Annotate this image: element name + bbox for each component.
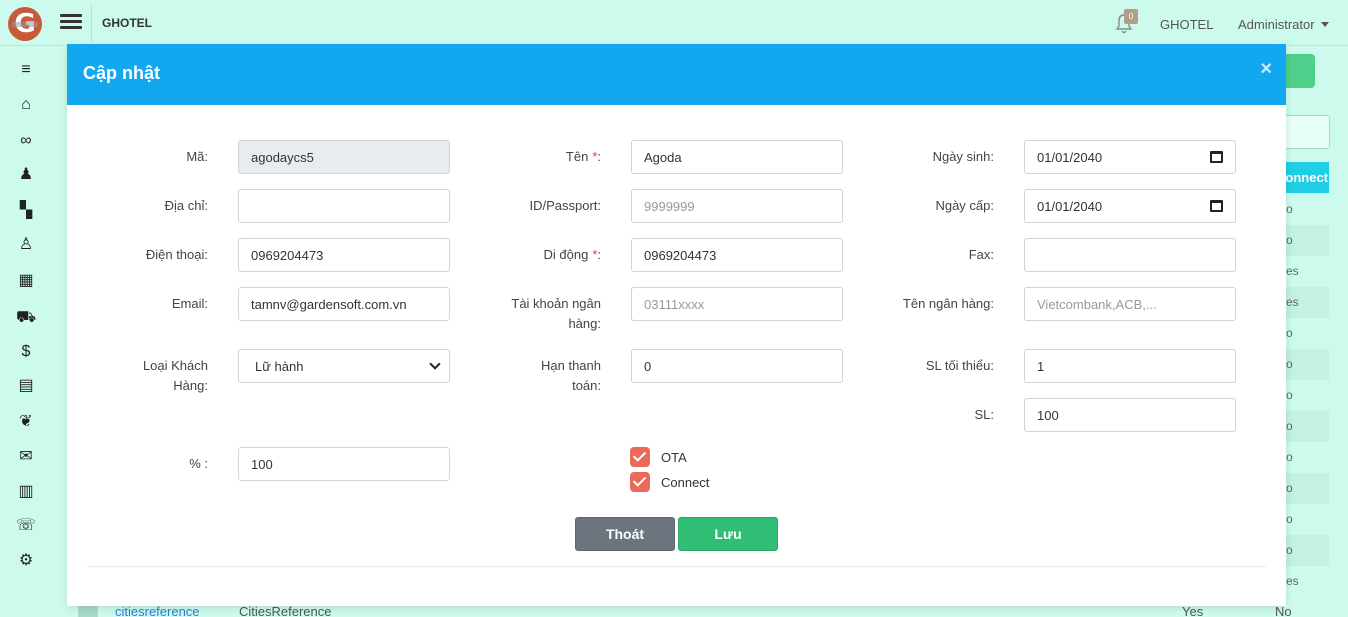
close-icon[interactable]: × (1260, 58, 1272, 81)
background-cell: es (1286, 574, 1299, 588)
loai-khach-hang-select[interactable]: Lữ hành (238, 349, 450, 383)
label-loai-khach-hang: Loại Khách Hàng: (142, 358, 208, 393)
label-ten-ngan-hang: Tên ngân hàng: (902, 296, 994, 311)
dien-thoai-input[interactable] (238, 238, 450, 272)
sidebar-chart-icon[interactable]: ▥ (16, 482, 36, 502)
ghotel-logo[interactable]: G (8, 7, 42, 41)
label-dien-thoai: Điện thoại: (145, 247, 208, 262)
background-cell: es (1286, 264, 1299, 278)
caret-down-icon (1320, 22, 1329, 27)
sidebar-envelope-icon[interactable]: ✉ (16, 447, 36, 467)
user-dropdown[interactable]: Administrator (1238, 17, 1329, 32)
sl-input[interactable] (1024, 398, 1236, 432)
calendar-icon[interactable] (1210, 151, 1223, 163)
hotel-name[interactable]: GHOTEL (1160, 17, 1213, 32)
connect-checkbox[interactable] (630, 472, 650, 492)
label-di-dong: Di động *: (543, 247, 602, 262)
chevron-down-icon (429, 358, 441, 370)
loai-khach-hang-value: Lữ hành (255, 358, 304, 374)
sidebar-leaf-icon[interactable]: ❦ (16, 412, 36, 432)
sidebar-menu-icon[interactable]: ≡ (16, 60, 36, 80)
label-ngay-cap: Ngày cấp: (935, 198, 994, 213)
background-cell: o (1286, 388, 1293, 402)
background-cell: o (1286, 349, 1329, 380)
label-ten: Tên *: (565, 149, 601, 164)
ngay-sinh-date-input[interactable]: 01/01/2040 (1024, 140, 1236, 174)
label-ma: Mã: (186, 149, 208, 164)
sidebar-handshake-icon[interactable]: ∞ (16, 131, 36, 151)
update-modal: Cập nhật × Mã: Địa chỉ: Điện thoại: Emai… (67, 44, 1286, 606)
ten-ngan-hang-input[interactable] (1024, 287, 1236, 321)
background-cell: o (1286, 326, 1293, 340)
background-cell: o (1286, 202, 1293, 216)
label-fax: Fax: (968, 247, 994, 262)
modal-header: Cập nhật × (67, 44, 1286, 105)
background-cell: o (1286, 225, 1329, 256)
background-cell: o (1286, 473, 1329, 504)
ngay-cap-date-input[interactable]: 01/01/2040 (1024, 189, 1236, 223)
background-cell: o (1286, 512, 1293, 526)
di-dong-input[interactable] (631, 238, 843, 272)
label-passport: ID/Passport: (529, 198, 601, 213)
save-button[interactable]: Lưu (678, 517, 778, 551)
top-bar: G GHOTEL 0 GHOTEL Administrator (0, 0, 1348, 46)
sidebar-table-icon[interactable]: ▤ (16, 376, 36, 396)
ngay-sinh-value: 01/01/2040 (1037, 149, 1103, 165)
ten-input[interactable] (631, 140, 843, 174)
tai-khoan-input[interactable] (631, 287, 843, 321)
label-email: Email: (171, 296, 208, 311)
background-cell: es (1286, 287, 1329, 318)
background-search-input (1280, 115, 1330, 149)
connect-label: Connect (661, 475, 710, 490)
sidebar-dollar-icon[interactable]: $ (16, 342, 36, 362)
sidebar-comments-icon[interactable]: ☏ (16, 516, 36, 536)
calendar-icon[interactable] (1210, 200, 1223, 212)
sidebar-building-icon[interactable]: ▚ (16, 201, 36, 221)
label-dia-chi: Địa chỉ: (164, 198, 208, 213)
hamburger-menu-icon[interactable] (60, 11, 82, 33)
exit-button[interactable]: Thoát (575, 517, 675, 551)
label-han-thanh-toan: Hạn thanh toán: (541, 358, 601, 393)
brand-title: GHOTEL (102, 16, 152, 30)
sidebar-settings-icon[interactable]: ⚙ (16, 551, 36, 571)
background-cell: o (1286, 450, 1293, 464)
background-cell: o (1286, 535, 1329, 566)
sidebar-reception-icon[interactable]: ♟ (16, 165, 36, 185)
email-input[interactable] (238, 287, 450, 321)
modal-title: Cập nhật (83, 63, 161, 83)
fax-input[interactable] (1024, 238, 1236, 272)
passport-input[interactable] (631, 189, 843, 223)
dia-chi-input[interactable] (238, 189, 450, 223)
logo-letter: G (14, 9, 36, 39)
ma-input[interactable] (238, 140, 450, 174)
sidebar-home-icon[interactable]: ⌂ (16, 95, 36, 115)
sidebar-users-icon[interactable]: ♙ (16, 235, 36, 255)
percent-input[interactable] (238, 447, 450, 481)
label-percent: % : (189, 456, 208, 471)
label-sl-toi-thieu: SL tối thiểu: (925, 358, 994, 373)
sidebar-cart-icon[interactable]: ⛟ (16, 308, 36, 328)
han-thanh-toan-input[interactable] (631, 349, 843, 383)
notification-badge: 0 (1124, 9, 1138, 24)
user-name: Administrator (1238, 17, 1315, 32)
modal-footer-divider (87, 566, 1266, 567)
ngay-cap-value: 01/01/2040 (1037, 198, 1103, 214)
label-sl: SL: (974, 407, 994, 422)
background-cell: o (1286, 411, 1329, 442)
ota-checkbox[interactable] (630, 447, 650, 467)
topbar-divider (91, 4, 92, 42)
sidebar-grid-icon[interactable]: ▦ (16, 271, 36, 291)
ota-label: OTA (661, 450, 687, 465)
label-ngay-sinh: Ngày sinh: (932, 149, 994, 164)
label-tai-khoan-ngan-hang: Tài khoản ngân hàng: (511, 296, 601, 331)
sl-toi-thieu-input[interactable] (1024, 349, 1236, 383)
sidebar: ≡ ⌂ ∞ ♟ ▚ ♙ ▦ ⛟ $ ▤ ❦ ✉ ▥ ☏ ⚙ (0, 46, 52, 617)
